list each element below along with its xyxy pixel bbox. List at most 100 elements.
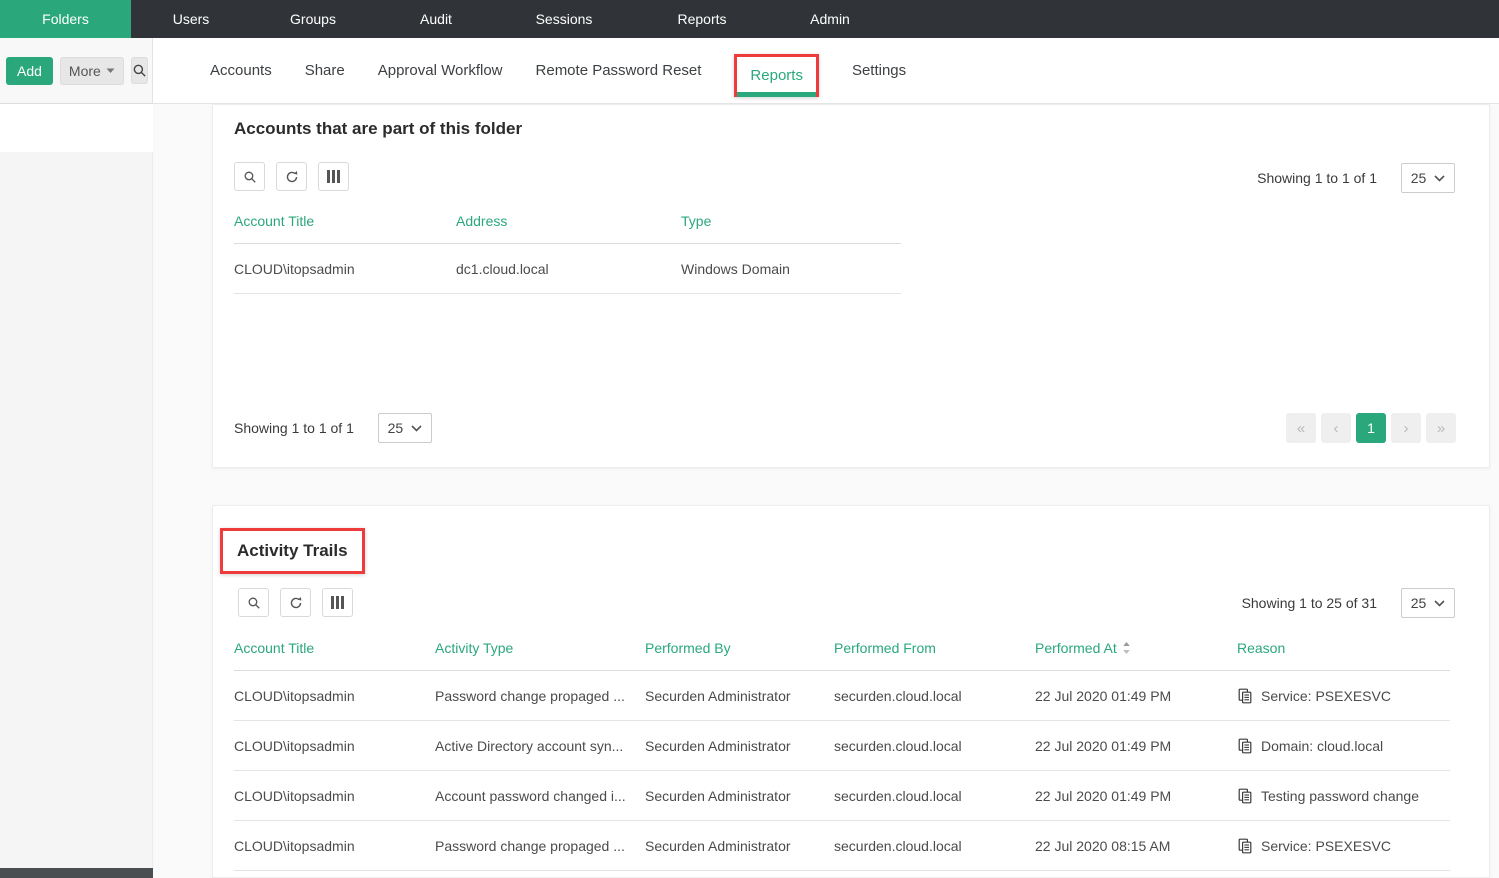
activity-row[interactable]: CLOUD\itopsadmin Password change propage… (234, 821, 1450, 871)
cell-performed-at: 22 Jul 2020 01:49 PM (1035, 737, 1172, 754)
activity-row[interactable]: CLOUD\itopsadmin Account password change… (234, 771, 1450, 821)
next-page-button[interactable]: › (1391, 413, 1421, 443)
activity-refresh-button[interactable] (280, 588, 311, 617)
accounts-search-button[interactable] (234, 162, 265, 191)
nav-item-reports[interactable]: Reports (631, 0, 773, 38)
tab-reports[interactable]: Reports (734, 54, 819, 97)
accounts-refresh-button[interactable] (276, 162, 307, 191)
activity-section-title: Activity Trails (237, 541, 348, 560)
add-button[interactable]: Add (6, 56, 53, 85)
cell-reason: Domain: cloud.local (1237, 738, 1450, 754)
folder-tabbar: Accounts Share Approval Workflow Remote … (153, 38, 1499, 104)
nav-item-admin[interactable]: Admin (773, 0, 887, 38)
document-note-icon (1237, 688, 1253, 704)
sidebar-search-button[interactable] (130, 57, 148, 84)
accounts-table-header: Account Title Address Type (234, 205, 901, 244)
accounts-footer: Showing 1 to 1 of 1 25 « ‹ 1 › » (234, 412, 1456, 444)
accounts-pagination: « ‹ 1 › » (1286, 413, 1456, 443)
document-note-icon (1237, 838, 1253, 854)
cell-account-title: CLOUD\itopsadmin (234, 687, 355, 704)
cell-activity-type: Active Directory account syn... (435, 737, 624, 754)
search-icon (243, 170, 257, 184)
cell-activity-type: Password change propaged ... (435, 687, 625, 704)
cell-activity-type: Account password changed i... (435, 787, 626, 804)
page-1-button[interactable]: 1 (1356, 413, 1386, 443)
cell-performed-at: 22 Jul 2020 08:15 AM (1035, 837, 1171, 854)
col-performed-at[interactable]: Performed At (1035, 640, 1237, 656)
chevron-down-icon (1434, 599, 1445, 607)
accounts-table: Account Title Address Type CLOUD\itopsad… (234, 205, 901, 294)
nav-item-audit[interactable]: Audit (375, 0, 497, 38)
account-row[interactable]: CLOUD\itopsadmin dc1.cloud.local Windows… (234, 244, 901, 294)
nav-item-sessions[interactable]: Sessions (497, 0, 631, 38)
col-performed-at-label: Performed At (1035, 640, 1117, 656)
activity-toolbar (238, 588, 353, 617)
cell-account-title: CLOUD\itopsadmin (234, 837, 355, 854)
cell-performed-by: Securden Administrator (645, 837, 791, 854)
tab-settings[interactable]: Settings (852, 62, 906, 79)
cell-reason: Service: PSEXESVC (1237, 838, 1450, 854)
accounts-section-title: Accounts that are part of this folder (234, 119, 523, 138)
accounts-page-size-select[interactable]: 25 (1401, 163, 1455, 193)
col-activity-type: Activity Type (435, 640, 514, 656)
nav-item-users[interactable]: Users (131, 0, 251, 38)
cell-address: dc1.cloud.local (456, 260, 549, 277)
folders-sidebar: Add More (0, 38, 153, 878)
tab-accounts[interactable]: Accounts (210, 62, 272, 79)
activity-search-button[interactable] (238, 588, 269, 617)
col-account-title: Account Title (234, 213, 315, 229)
cell-reason-text: Service: PSEXESVC (1261, 687, 1391, 704)
col-performed-from: Performed From (834, 640, 936, 656)
col-account-title: Account Title (234, 640, 315, 656)
page-size-value: 25 (1410, 595, 1427, 611)
activity-table-header: Account Title Activity Type Performed By… (234, 632, 1450, 671)
activity-title-annotation-box: Activity Trails (220, 528, 365, 574)
accounts-footer-page-size-select[interactable]: 25 (377, 413, 432, 443)
activity-page-size-select[interactable]: 25 (1401, 588, 1455, 618)
chevron-down-icon (1434, 174, 1445, 182)
tab-approval-workflow[interactable]: Approval Workflow (378, 62, 503, 79)
cell-reason: Testing password change (1237, 788, 1450, 804)
cell-account-title: CLOUD\itopsadmin (234, 737, 355, 754)
nav-item-groups[interactable]: Groups (251, 0, 375, 38)
tab-remote-password-reset[interactable]: Remote Password Reset (536, 62, 702, 79)
document-note-icon (1237, 738, 1253, 754)
cell-performed-by: Securden Administrator (645, 787, 791, 804)
search-icon (132, 63, 147, 78)
cell-performed-from: securden.cloud.local (834, 787, 962, 804)
more-button[interactable]: More (59, 56, 124, 85)
cell-reason: Service: PSEXESVC (1237, 688, 1450, 704)
accounts-showing-text: Showing 1 to 1 of 1 (1257, 170, 1377, 186)
cell-reason-text: Service: PSEXESVC (1261, 837, 1391, 854)
cell-account-title: CLOUD\itopsadmin (234, 787, 355, 804)
col-reason: Reason (1237, 640, 1286, 656)
cell-performed-from: securden.cloud.local (834, 687, 962, 704)
sort-icon (1122, 641, 1131, 655)
main-area: Accounts Share Approval Workflow Remote … (153, 38, 1499, 878)
cell-performed-by: Securden Administrator (645, 737, 791, 754)
cell-reason-text: Testing password change (1261, 787, 1419, 804)
sidebar-spacer (0, 104, 153, 152)
caret-down-icon (106, 68, 115, 74)
cell-activity-type: Password change propaged ... (435, 837, 625, 854)
col-address: Address (456, 213, 508, 229)
columns-icon (327, 170, 340, 183)
refresh-icon (289, 596, 303, 610)
cell-performed-at: 22 Jul 2020 01:49 PM (1035, 687, 1172, 704)
cell-account-title: CLOUD\itopsadmin (234, 260, 355, 277)
col-type: Type (681, 213, 712, 229)
nav-item-folders[interactable]: Folders (0, 0, 131, 38)
accounts-toolbar (234, 162, 349, 191)
activity-columns-button[interactable] (322, 588, 353, 617)
activity-row[interactable]: CLOUD\itopsadmin Password change propage… (234, 671, 1450, 721)
cell-performed-from: securden.cloud.local (834, 837, 962, 854)
prev-page-button[interactable]: ‹ (1321, 413, 1351, 443)
chevron-down-icon (411, 424, 422, 432)
last-page-button[interactable]: » (1426, 413, 1456, 443)
accounts-columns-button[interactable] (318, 162, 349, 191)
activity-showing-text: Showing 1 to 25 of 31 (1241, 595, 1377, 611)
sidebar-footer-strip (0, 868, 153, 878)
first-page-button[interactable]: « (1286, 413, 1316, 443)
tab-share[interactable]: Share (305, 62, 345, 79)
activity-row[interactable]: CLOUD\itopsadmin Active Directory accoun… (234, 721, 1450, 771)
